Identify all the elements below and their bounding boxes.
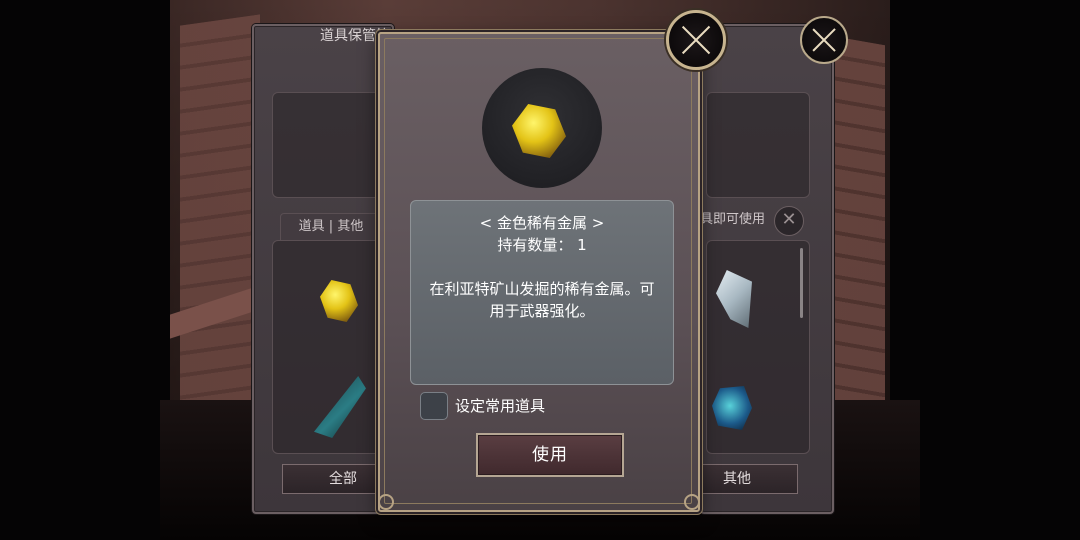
tab-item-other[interactable]: 道具 | 其他 <box>280 213 382 240</box>
small-close-button[interactable]: ✕ <box>774 206 804 236</box>
close-icon: ✕ <box>781 209 797 230</box>
item-count: 持有数量： 1 <box>497 236 587 254</box>
favorite-item-label: 设定常用道具 <box>455 397 546 415</box>
close-icon <box>669 13 723 67</box>
use-button[interactable]: 使用 <box>476 433 624 477</box>
favorite-item-checkbox[interactable] <box>420 392 448 420</box>
item-name: < 金色稀有金属 > <box>479 214 605 232</box>
game-screen: 道具保管箱 道具 | 其他 具即可使用 ✕ 全部 其他 < 金色稀有金属 > 持… <box>0 0 1080 540</box>
right-wall <box>825 34 885 426</box>
storage-close-button[interactable] <box>800 16 848 64</box>
item-list-scrollbar[interactable] <box>800 248 803 318</box>
equip-slot-area-left <box>272 92 384 198</box>
left-wall <box>180 14 260 426</box>
usable-hint-label: 具即可使用 <box>700 212 766 227</box>
dialog-close-button[interactable] <box>666 10 726 70</box>
corner-ornament <box>684 494 700 510</box>
item-description: 在利亚特矿山发掘的稀有金属。可用于武器强化。 <box>429 280 655 320</box>
corner-ornament <box>378 494 394 510</box>
equip-slot-area-right <box>706 92 810 198</box>
close-icon <box>802 18 846 62</box>
